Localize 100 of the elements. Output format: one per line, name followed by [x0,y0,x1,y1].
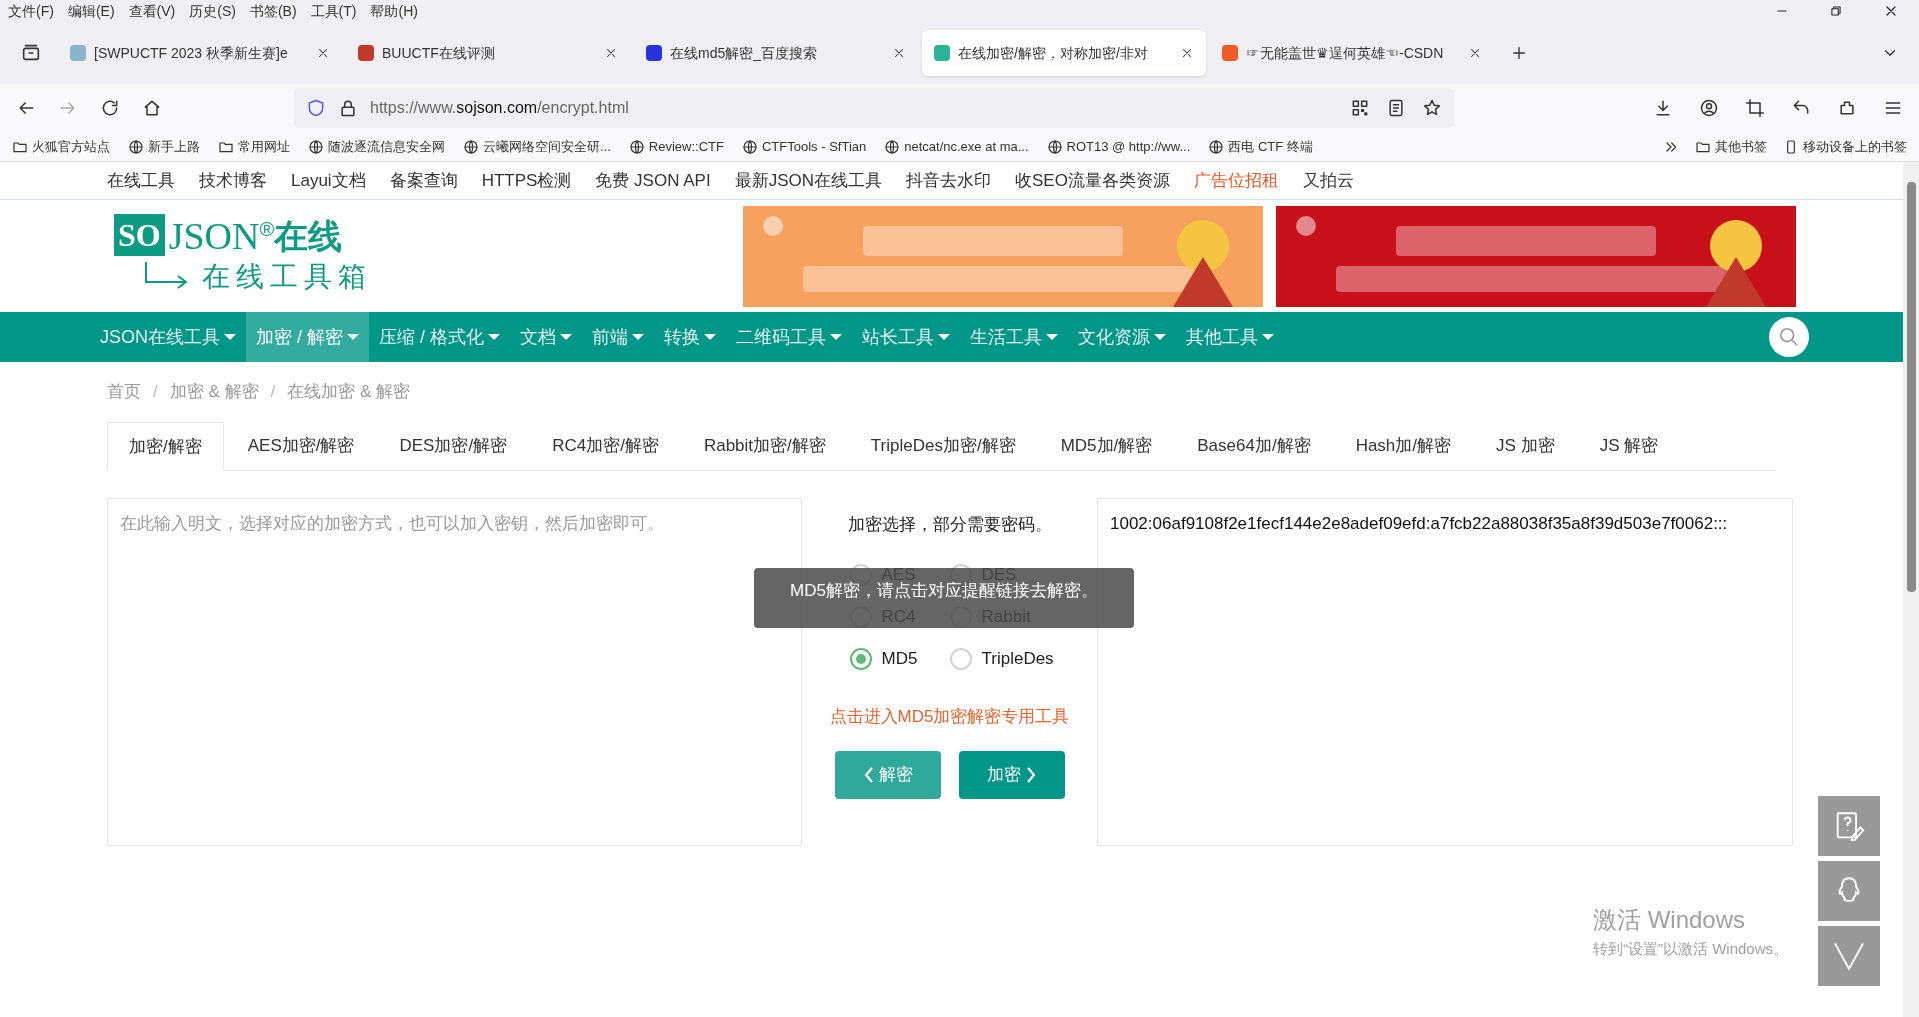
caret-icon [938,334,951,340]
top-link[interactable]: 抖音去水印 [905,167,991,194]
top-link[interactable]: HTTPS检测 [481,167,572,194]
bookmark[interactable]: 新手上路 [128,136,200,157]
top-link[interactable]: 备案查询 [389,167,458,194]
tab[interactable]: 加密/解密 [107,422,224,471]
menu-item[interactable]: 工具(T) [310,0,357,22]
top-link[interactable]: 免费 JSON API [595,167,711,194]
qr-code-icon [1350,98,1370,118]
collapse-button[interactable] [1818,926,1880,986]
chevron-right-icon [1024,766,1037,784]
search-button[interactable] [1769,317,1809,357]
url-text: https://www.sojson.com/encrypt.html [370,98,629,118]
tab[interactable]: MD5加/解密 [1039,421,1174,470]
bookmark[interactable]: 随波逐流信息安全网 [308,136,445,157]
tab-title: 在线加密/解密，对称加密/非对 [958,43,1149,63]
globe-icon [128,138,144,155]
radio-option[interactable]: MD5 [849,647,950,670]
tab-title: ☞无能盖世♛逞何英雄☜-CSDN [1246,43,1445,63]
bookmark[interactable]: 西电 CTF 终端 [1208,136,1313,157]
address-bar[interactable]: https://www.sojson.com/encrypt.html [294,88,1454,128]
tab[interactable]: DES加密/解密 [378,421,529,470]
star-icon [1422,98,1442,118]
top-link[interactable]: 技术博客 [199,167,267,194]
browser-tab[interactable]: BUUCTF在线评测 [346,30,630,76]
globe-icon [628,138,645,155]
close-icon [1180,46,1194,60]
caret-icon [347,334,360,340]
close-icon [892,46,906,60]
breadcrumb-separator: / [153,381,158,404]
browser-tab[interactable]: 在线加密/解密，对称加密/非对 [922,30,1206,76]
top-link[interactable]: Layui文档 [291,167,366,194]
close-icon [316,46,330,60]
globe-icon [884,138,901,155]
menu-item[interactable]: 帮助(H) [370,0,418,22]
top-link[interactable]: 在线工具 [107,167,175,194]
scrollbar-thumb[interactable] [1906,182,1916,592]
top-link[interactable]: 最新JSON在线工具 [734,167,882,194]
bookmark[interactable]: CTFTools - SfTian [741,136,867,157]
home-icon [142,98,162,118]
caret-icon [704,334,717,340]
breadcrumb-separator: / [270,381,276,404]
globe-icon [308,138,324,155]
tab[interactable]: JS 解密 [1578,421,1680,470]
tab-title: 在线md5解密_百度搜索 [670,43,819,63]
globe-icon [463,138,479,155]
tab[interactable]: TripleDes加密/解密 [849,421,1037,470]
tab[interactable]: Base64加/解密 [1176,421,1332,470]
bookmark[interactable]: 云曦网络空间安全研... [463,136,611,157]
activation-hint: 转到“设置”以激活 Windows。 [1593,939,1788,959]
bookmark[interactable]: 移动设备上的书签 [1783,136,1907,157]
caret-icon [632,334,645,340]
radio-option[interactable]: TripleDes [949,647,1070,670]
result-output[interactable]: 1002:06af9108f2e1fecf144e2e8adef09efd:a7fcb22a88038f35a8f39d503e7f0062::: [1097,498,1793,846]
encrypt-button[interactable]: 加密 [958,751,1065,799]
chat-button[interactable] [1818,861,1880,921]
site-icon [358,45,374,61]
browser-tab[interactable]: ☞无能盖世♛逞何英雄☜-CSDN [1210,30,1494,76]
chevron-left-icon [862,766,875,784]
tab[interactable]: Rabbit加密/解密 [682,421,847,470]
site-icon [934,45,950,61]
menu-item[interactable]: 查看(V) [128,0,176,22]
lock-icon [338,98,358,118]
new-tab-icon [1510,44,1528,62]
caret-icon [560,334,573,340]
reload-icon [100,98,120,118]
caret-icon [830,334,843,340]
bookmark[interactable]: 火狐官方站点 [12,136,110,157]
site-logo[interactable]: SO JSON®在线 在线工具箱 [114,214,384,298]
shield-icon [306,98,326,118]
globe-icon [1208,138,1225,155]
caret-icon [1262,334,1275,340]
tab[interactable]: AES加密/解密 [226,421,376,470]
menu-item[interactable]: 编辑(E) [67,0,115,22]
feedback-button[interactable] [1818,796,1880,856]
top-link[interactable]: 收SEO流量各类资源 [1014,167,1170,194]
globe-icon [741,138,758,155]
browser-tab[interactable]: [SWPUCTF 2023 秋季新生赛]e [58,30,342,76]
top-link[interactable]: 广告位招租 [1193,167,1279,194]
md5-tool-link[interactable]: 点击进入MD5加密解密专用工具 [829,703,1070,729]
menu-item[interactable]: 文件(F) [8,0,54,22]
bookmark[interactable]: netcat/nc.exe at ma... [884,136,1029,157]
bookmark[interactable]: 其他书签 [1695,136,1767,157]
site-icon [1222,45,1238,61]
site-icon [70,45,86,61]
browser-tab[interactable]: 在线md5解密_百度搜索 [634,30,918,76]
menu-item[interactable]: 历史(S) [189,0,236,22]
tab[interactable]: JS 加密 [1475,421,1576,470]
tab[interactable]: RC4加密/解密 [531,421,680,470]
reader-icon [1386,98,1406,118]
crop-icon [1745,98,1765,118]
bookmark[interactable]: ROT13 @ http://ww... [1046,136,1191,157]
bookmark[interactable]: 常用网址 [218,136,290,157]
tab-title: BUUCTF在线评测 [382,43,496,63]
menu-item[interactable]: 书签(B) [249,0,297,22]
caret-icon [224,334,236,340]
bookmark[interactable]: Review::CTF [628,136,724,157]
tab[interactable]: Hash加/解密 [1334,421,1473,470]
close-icon [1468,46,1482,60]
top-link[interactable]: 又拍云 [1302,167,1354,194]
